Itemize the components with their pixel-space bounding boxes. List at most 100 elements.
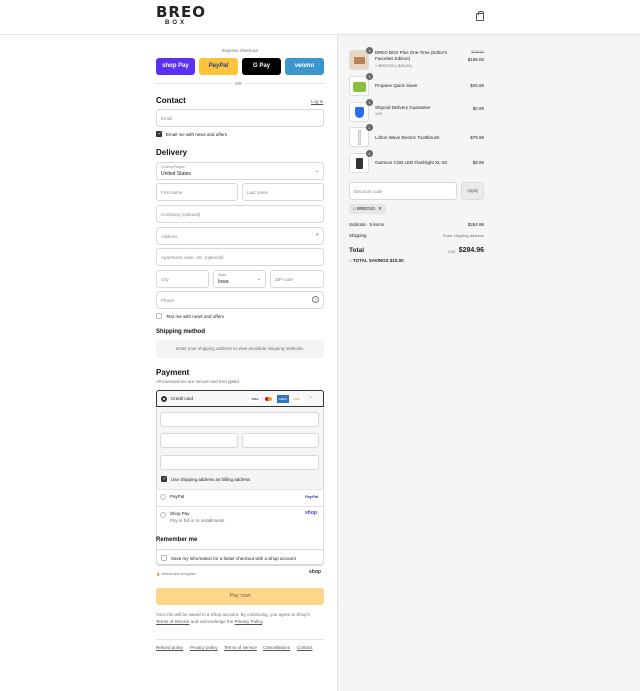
zip-field[interactable]: ZIP code: [270, 270, 324, 288]
gpay-button[interactable]: G Pay: [242, 58, 281, 75]
venmo-button[interactable]: venmo: [285, 58, 324, 75]
item-discount-label: BREO10 (-$25.00): [378, 63, 412, 68]
gpay-label: G Pay: [252, 63, 270, 69]
subtotal-label: Subtotal · 5 items: [349, 222, 385, 227]
address-field[interactable]: Address ⌕: [156, 227, 324, 245]
logo[interactable]: BREO BOX: [156, 3, 206, 27]
company-field[interactable]: Company (optional): [156, 205, 324, 223]
billing-checkbox[interactable]: [161, 476, 167, 482]
shop-pay-button[interactable]: shop Pay: [156, 58, 195, 75]
city-field[interactable]: City: [156, 270, 209, 288]
savings-tag-icon: ⌂: [349, 258, 352, 263]
item-image-breo-box: [349, 50, 369, 70]
paypal-radio[interactable]: [160, 494, 166, 500]
billing-label: Use shipping address as billing address: [171, 477, 251, 482]
item-image-flashlight: [349, 153, 369, 173]
apartment-field[interactable]: Apartment, suite, etc. (optional): [156, 248, 324, 266]
legal-period: .: [262, 619, 264, 624]
bag-icon[interactable]: [476, 11, 484, 21]
credit-card-radio[interactable]: [161, 396, 167, 402]
item-image-toothbrush: [349, 127, 369, 147]
card-cvv-field[interactable]: [242, 433, 319, 448]
footer-divider: [156, 639, 324, 640]
help-icon[interactable]: ?: [312, 296, 319, 303]
item-image-propane: [349, 76, 369, 96]
privacy-policy-link[interactable]: Privacy policy: [190, 645, 218, 650]
credit-card-option[interactable]: Credit card VISA AMEX DISC →: [156, 390, 324, 407]
secure-label: Secure and encrypted: [161, 572, 196, 576]
payment-subtitle: All transactions are secure and encrypte…: [156, 379, 241, 384]
shoppay-option-label: Shop Pay: [170, 511, 190, 516]
savings-row: ⌂ TOTAL SAVINGS $10.00: [349, 258, 404, 263]
divider: [156, 506, 324, 507]
credit-card-label: Credit card: [171, 396, 194, 401]
item-name: Garrison COB LED Flashlight XL-20: [375, 160, 448, 165]
currency-label: USD: [448, 250, 456, 254]
discount-placeholder: Discount code: [354, 189, 383, 194]
item-price: $79.99: [470, 135, 484, 140]
refund-policy-link[interactable]: Refund policy: [156, 645, 183, 650]
terms-of-service-link[interactable]: Terms of service: [224, 645, 257, 650]
contact-link[interactable]: Contact: [297, 645, 313, 650]
remember-label: Save my information for a faster checkou…: [171, 556, 296, 561]
shipping-heading: Shipping method: [156, 329, 205, 335]
pay-now-button[interactable]: Pay now: [156, 588, 324, 605]
header: BREO BOX: [0, 0, 640, 35]
last-name-field[interactable]: Last name: [242, 183, 324, 201]
paypal-logo: PayPal: [305, 494, 319, 499]
address-placeholder: Address: [161, 234, 178, 239]
item-price: $8.99: [472, 160, 484, 165]
shoppay-logo: shop: [305, 510, 317, 516]
checkout-form: Express checkout shop Pay PayPal G Pay v…: [0, 35, 336, 691]
first-name-field[interactable]: First name: [156, 183, 238, 201]
shop-logo: shop: [309, 569, 321, 575]
divider: [156, 489, 324, 490]
news-checkbox[interactable]: [156, 131, 162, 137]
country-select[interactable]: Country/Region United States ⌄: [156, 162, 324, 180]
shipping-value: Enter shipping address: [443, 233, 484, 238]
item-price: $25.99: [470, 83, 484, 88]
cancellations-link[interactable]: Cancellations: [263, 645, 290, 650]
card-expiry-field[interactable]: [160, 433, 238, 448]
phone-placeholder: Phone: [161, 298, 175, 303]
legal-and: and acknowledge the: [190, 619, 234, 624]
phone-field[interactable]: Phone ?: [156, 291, 324, 309]
remember-checkbox[interactable]: [161, 555, 167, 561]
paypal-label: PayPal: [208, 63, 229, 69]
savings-label: TOTAL SAVINGS: [352, 258, 389, 263]
payment-heading: Payment: [156, 368, 190, 377]
legal-text: Your info will be saved to a Shop accoun…: [156, 611, 326, 625]
email-field[interactable]: Email: [156, 109, 324, 127]
item-name: BREO BOX Plus One-Time (Editor's Favorit…: [375, 50, 448, 61]
item-qty-badge: 1: [366, 150, 373, 157]
paypal-option-label: PayPal: [170, 494, 185, 499]
legal-text-1: Your info will be saved to a Shop accoun…: [156, 612, 311, 617]
remember-box[interactable]: Save my information for a faster checkou…: [156, 549, 324, 566]
terms-link[interactable]: Terms of Service: [156, 619, 190, 624]
savings-value: $10.00: [389, 258, 404, 263]
remove-discount-icon[interactable]: ✕: [378, 206, 382, 211]
item-image-shipaid: [349, 102, 369, 122]
total-label: Total: [349, 247, 365, 254]
city-placeholder: City: [161, 277, 169, 282]
search-icon: ⌕: [315, 232, 319, 238]
item-qty-badge: 1: [366, 47, 373, 54]
discount-code-field[interactable]: Discount code: [349, 182, 457, 200]
item-price: $169.00: [467, 57, 484, 62]
tag-icon: ⌂: [353, 206, 356, 211]
card-number-field[interactable]: [160, 412, 319, 427]
logo-line1: BREO: [156, 3, 206, 21]
contact-heading: Contact: [156, 96, 186, 105]
login-link[interactable]: Log in: [311, 99, 323, 104]
visa-icon: VISA: [249, 395, 261, 403]
item-qty-badge: 1: [366, 99, 373, 106]
paypal-button[interactable]: PayPal: [199, 58, 238, 75]
card-name-field[interactable]: [160, 455, 319, 470]
privacy-link[interactable]: Privacy Policy: [235, 619, 263, 624]
shipping-label: Shipping: [349, 233, 367, 238]
shoppay-radio[interactable]: [160, 512, 166, 518]
state-select[interactable]: State Iowa ⌄: [213, 270, 266, 288]
text-offers-checkbox[interactable]: [156, 313, 162, 319]
shoppay-sub: Pay in full or in installments: [170, 518, 225, 523]
apply-button[interactable]: Apply: [461, 182, 484, 200]
